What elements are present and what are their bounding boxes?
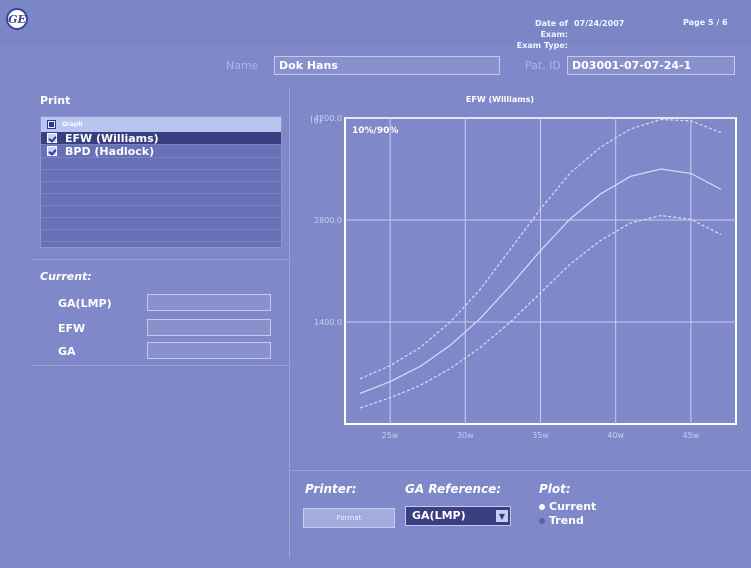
growth-chart: EFW (Williams) [g] 10%/90% 25w 30w 35w 40w 4… — [290, 88, 751, 468]
print-title: Print — [40, 94, 71, 107]
panel-divider-left-1 — [32, 259, 289, 260]
exam-date-label: Date of Exam: — [534, 19, 568, 39]
header-bar: GE Date of Exam: 07/24/2007 Exam Type: P… — [0, 0, 751, 50]
x-tick-label: 25w — [382, 431, 399, 440]
select-all-checkbox[interactable] — [47, 120, 56, 129]
list-header-label: Graph — [62, 121, 83, 128]
list-item-label: EFW (Williams) — [65, 131, 159, 145]
patient-id-field[interactable]: D03001-07-07-24-1 — [567, 56, 735, 75]
current-title: Current: — [40, 270, 92, 283]
page-indicator: Page 5 / 6 — [683, 18, 728, 27]
panel-divider-bottom — [290, 470, 751, 471]
exam-type-label: Exam Type: — [516, 41, 568, 50]
x-tick-label: 45w — [683, 431, 700, 440]
format-button[interactable]: Format — [303, 508, 395, 528]
list-empty-row — [41, 158, 281, 170]
plot-option-current[interactable]: Current — [539, 500, 596, 513]
list-header: Graph — [41, 117, 281, 132]
exam-date-value: 07/24/2007 — [574, 19, 625, 28]
plot-label: Plot: — [539, 482, 571, 496]
radio-icon[interactable] — [539, 503, 545, 510]
name-label: Name — [226, 59, 259, 72]
list-empty-row — [41, 218, 281, 230]
printer-label: Printer: — [305, 482, 357, 496]
name-field[interactable]: Dok Hans — [274, 56, 500, 75]
x-tick-label: 30w — [457, 431, 474, 440]
list-item-label: BPD (Hadlock) — [65, 144, 155, 158]
ga-field[interactable] — [147, 342, 271, 359]
ga-reference-value: GA(LMP) — [412, 509, 466, 522]
chart-title: EFW (Williams) — [466, 95, 534, 104]
dropdown-arrow-icon[interactable]: ▼ — [496, 510, 508, 522]
percentile-annotation: 10%/90% — [352, 126, 398, 136]
check-icon[interactable] — [47, 133, 57, 143]
list-empty-row — [41, 206, 281, 218]
panel-divider-left-2 — [32, 365, 289, 366]
plot-option-trend[interactable]: Trend — [539, 514, 584, 527]
y-tick-label: 1400.0 — [314, 318, 342, 327]
print-graph-list: Graph EFW (Williams) BPD (Hadlock) — [40, 116, 282, 248]
list-empty-row — [41, 194, 281, 206]
list-empty-row — [41, 182, 281, 194]
ga-label: GA — [58, 345, 76, 358]
y-tick-label: 2800.0 — [314, 216, 342, 225]
chart-svg: EFW (Williams) [g] 10%/90% 25w 30w 35w 40w 4… — [310, 95, 737, 440]
ga-reference-label: GA Reference: — [405, 482, 502, 496]
list-item-bpd[interactable]: BPD (Hadlock) — [41, 145, 281, 158]
pid-label: Pat. ID — [525, 59, 561, 72]
list-item-efw[interactable]: EFW (Williams) — [41, 132, 281, 145]
check-icon[interactable] — [47, 146, 57, 156]
radio-icon[interactable] — [539, 517, 545, 524]
x-tick-label: 40w — [607, 431, 624, 440]
efw-field[interactable] — [147, 319, 271, 336]
list-empty-row — [41, 170, 281, 182]
ga-lmp-label: GA(LMP) — [58, 297, 112, 310]
radio-label: Current — [549, 500, 597, 513]
x-tick-label: 35w — [532, 431, 549, 440]
radio-label: Trend — [549, 514, 584, 527]
y-tick-label: 4200.0 — [314, 114, 342, 123]
exam-info: Date of Exam: 07/24/2007 Exam Type: — [516, 18, 625, 51]
efw-label: EFW — [58, 322, 86, 335]
list-empty-row — [41, 230, 281, 242]
ga-lmp-field[interactable] — [147, 294, 271, 311]
ge-logo: GE — [6, 8, 28, 30]
ga-reference-select[interactable]: GA(LMP) ▼ — [405, 506, 511, 526]
